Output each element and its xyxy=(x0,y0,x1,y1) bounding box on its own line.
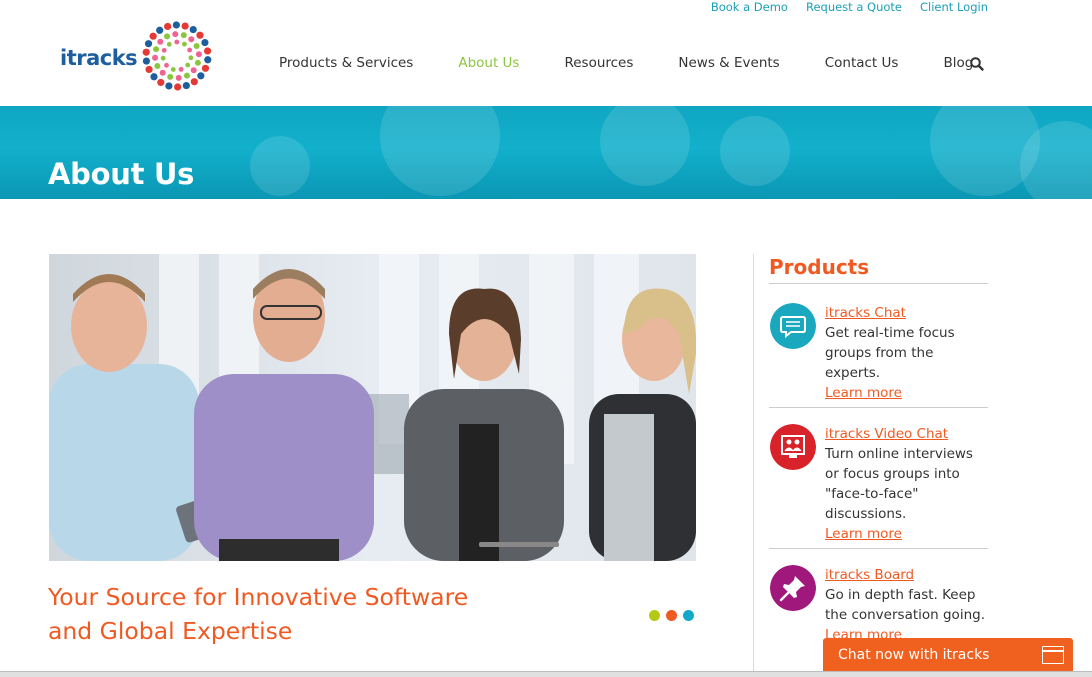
product-itracks-board: itracks Board Go in depth fast. Keep the… xyxy=(769,565,988,645)
logo-dot xyxy=(144,40,153,48)
product-name-link[interactable]: itracks Chat xyxy=(825,303,990,323)
utility-links: Book a Demo Request a Quote Client Login xyxy=(711,0,988,14)
product-name-link[interactable]: itracks Video Chat xyxy=(825,424,990,444)
page-banner: About Us xyxy=(0,106,1092,199)
logo-dot xyxy=(152,54,159,61)
logo-dot xyxy=(149,32,157,40)
logo-dot xyxy=(188,55,194,61)
logo-dot xyxy=(153,46,160,53)
logo-dot xyxy=(166,41,172,47)
logo-dot xyxy=(196,31,204,39)
slider-dot-3[interactable] xyxy=(683,610,694,621)
itracks-logo[interactable]: itracks xyxy=(60,18,220,98)
team-photo xyxy=(49,254,696,561)
logo-dot xyxy=(178,66,184,72)
logo-dot xyxy=(180,32,187,39)
logo-dot xyxy=(159,69,166,76)
page-title: About Us xyxy=(48,157,195,191)
product-name-link[interactable]: itracks Board xyxy=(825,565,990,585)
slider-dot-1[interactable] xyxy=(649,610,660,621)
logo-dot xyxy=(190,67,197,74)
sidebar-title: Products xyxy=(769,255,870,279)
learn-more-link[interactable]: Learn more xyxy=(825,524,990,544)
logo-dot xyxy=(164,33,171,40)
logo-dot xyxy=(182,81,190,90)
product-divider xyxy=(769,407,988,408)
logo-dot xyxy=(157,78,165,87)
logo-dot xyxy=(164,22,172,31)
product-description: Turn online interviews or focus groups i… xyxy=(825,446,973,522)
product-description-block: itracks Video Chat Turn online interview… xyxy=(825,424,990,544)
team-photo-illustration xyxy=(49,254,696,561)
logo-dot xyxy=(188,36,195,43)
logo-dot xyxy=(172,31,179,38)
chat-window-icon xyxy=(1042,646,1064,664)
pushpin-icon xyxy=(770,565,816,611)
client-login-link[interactable]: Client Login xyxy=(920,0,988,14)
logo-dot xyxy=(170,67,176,72)
nav-contact-us[interactable]: Contact Us xyxy=(825,55,899,71)
product-description: Get real-time focus groups from the expe… xyxy=(825,325,955,381)
logo-dot xyxy=(156,26,164,34)
logo-dot xyxy=(181,22,189,30)
logo-dot xyxy=(203,47,212,55)
logo-dot xyxy=(204,56,212,64)
nav-news-events[interactable]: News & Events xyxy=(678,55,779,71)
logo-dot xyxy=(174,39,180,45)
nav-products-services[interactable]: Products & Services xyxy=(279,55,413,71)
logo-dot xyxy=(197,72,205,80)
logo-dot xyxy=(185,62,191,68)
logo-wordmark: itracks xyxy=(60,46,138,70)
logo-dot xyxy=(167,73,174,80)
logo-dot-ring-icon xyxy=(142,21,212,91)
nav-resources[interactable]: Resources xyxy=(564,55,633,71)
sidebar-title-divider xyxy=(769,283,988,284)
chat-now-widget[interactable]: Chat now with itracks xyxy=(823,638,1073,672)
logo-dot xyxy=(150,73,158,81)
logo-dot xyxy=(165,82,173,90)
logo-dot xyxy=(190,78,198,86)
logo-dot xyxy=(142,48,150,56)
product-divider xyxy=(769,548,988,549)
logo-dot xyxy=(145,65,153,74)
book-demo-link[interactable]: Book a Demo xyxy=(711,0,788,14)
logo-dot xyxy=(201,38,209,47)
logo-dot xyxy=(175,74,182,81)
nav-about-us[interactable]: About Us xyxy=(458,55,519,71)
main-nav: Products & Services About Us Resources N… xyxy=(279,55,973,71)
chat-bubble-icon xyxy=(770,303,816,349)
bottom-scroll-edge xyxy=(0,671,1092,677)
slider-tagline: Your Source for Innovative Software and … xyxy=(48,583,469,645)
product-description: Go in depth fast. Keep the conversation … xyxy=(825,587,985,623)
chat-now-label: Chat now with itracks xyxy=(838,647,990,663)
product-itracks-chat: itracks Chat Get real-time focus groups … xyxy=(769,303,988,401)
search-icon[interactable] xyxy=(969,56,985,72)
logo-dot xyxy=(174,83,182,91)
learn-more-link[interactable]: Learn more xyxy=(825,383,990,403)
logo-dot xyxy=(161,47,167,53)
logo-dot xyxy=(172,21,180,29)
product-description-block: itracks Chat Get real-time focus groups … xyxy=(825,303,990,403)
logo-dot xyxy=(201,64,210,72)
logo-dot xyxy=(187,47,193,53)
logo-dot xyxy=(154,62,161,69)
logo-dot xyxy=(182,41,187,47)
logo-dot xyxy=(160,55,166,61)
slider-dots xyxy=(649,610,694,621)
logo-dot xyxy=(164,62,169,68)
product-description-block: itracks Board Go in depth fast. Keep the… xyxy=(825,565,990,645)
logo-dot xyxy=(195,51,202,58)
video-chat-icon xyxy=(770,424,816,470)
logo-dot xyxy=(189,25,197,34)
slider-dot-2[interactable] xyxy=(666,610,677,621)
request-quote-link[interactable]: Request a Quote xyxy=(806,0,902,14)
product-itracks-video-chat: itracks Video Chat Turn online interview… xyxy=(769,424,988,542)
logo-dot xyxy=(183,72,190,79)
logo-dot xyxy=(193,43,200,50)
logo-dot xyxy=(194,59,201,66)
logo-dot xyxy=(142,57,151,65)
logo-dot xyxy=(157,38,164,45)
sidebar-divider xyxy=(753,254,754,674)
